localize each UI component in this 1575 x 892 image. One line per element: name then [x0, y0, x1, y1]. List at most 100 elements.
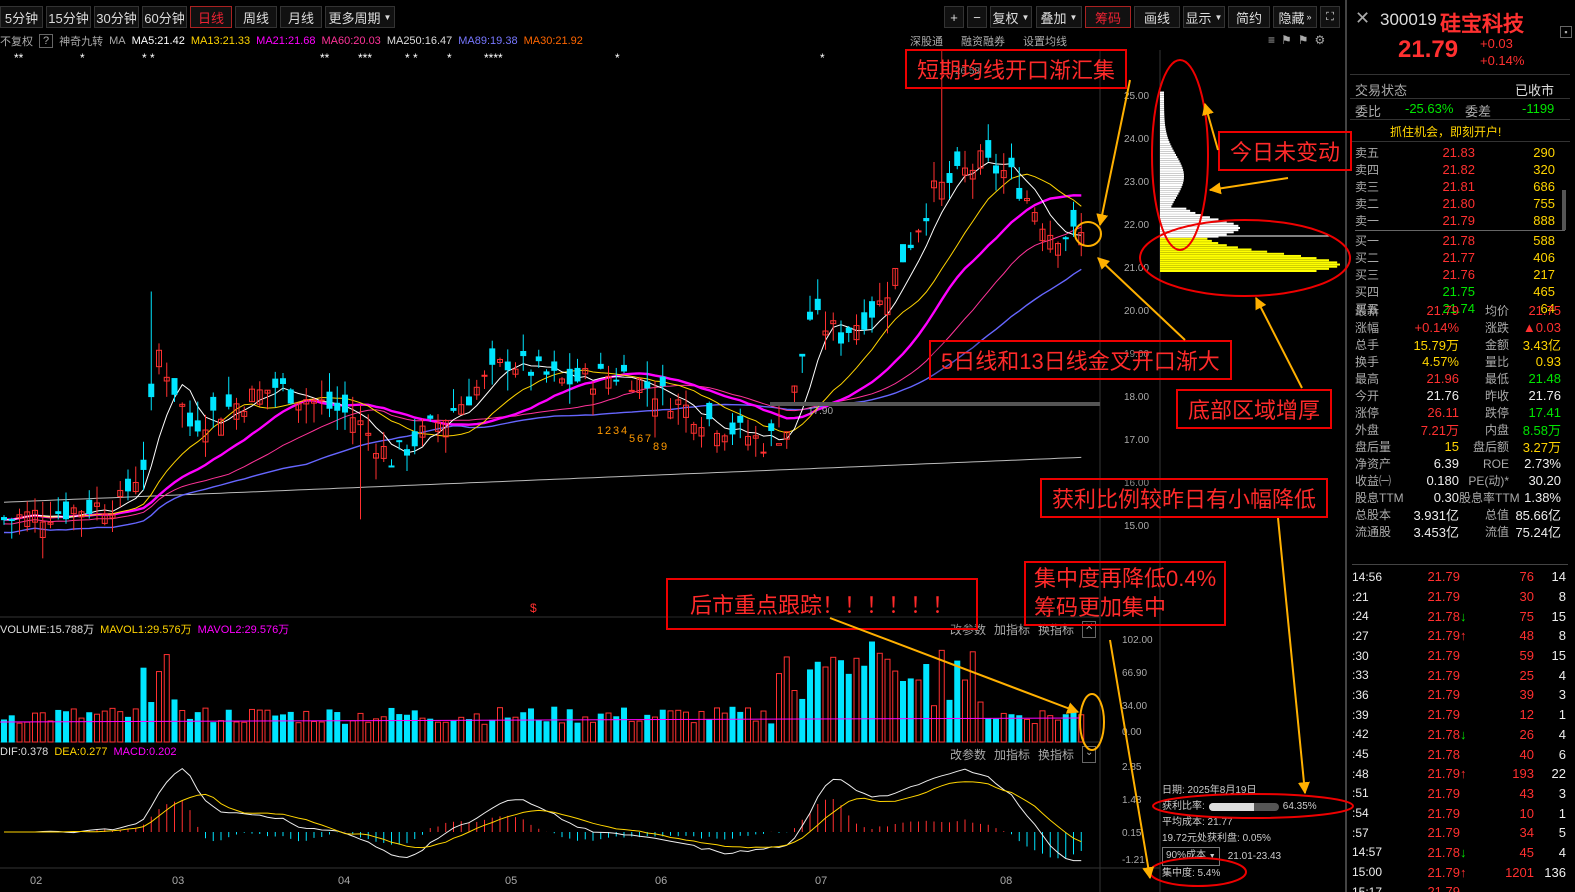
chip-bar [1160, 222, 1234, 225]
x-tick-label: 05 [505, 875, 517, 887]
ask-row-cell: 320 [1533, 162, 1555, 177]
chip-bar [1160, 207, 1187, 210]
promo-link[interactable]: 抓住机会，即刻开户! [1390, 123, 1501, 140]
weicha-label: 委差 [1465, 104, 1492, 119]
tick-row-cell: 14:57 [1352, 845, 1383, 860]
hk-connect-link[interactable]: 深股通 [910, 33, 943, 49]
candle-body [869, 301, 875, 318]
cost-select[interactable]: 90%成本 ▼ [1162, 847, 1220, 866]
period-monthly[interactable]: 月线 [280, 6, 322, 28]
ask-row-cell: 卖二 [1355, 197, 1380, 211]
zoom-out-button[interactable]: − [967, 6, 987, 28]
more-periods-dropdown[interactable]: 更多周期 ▼ [325, 6, 395, 28]
gear-icon[interactable]: ⚙ [1315, 33, 1326, 47]
ask-row: 卖五 21.83 290 [1355, 144, 1565, 161]
chip-bar [1160, 151, 1175, 154]
volume-bar [962, 679, 968, 743]
macd-change-params[interactable]: 改参数 [950, 746, 986, 763]
volume-bar [311, 721, 317, 743]
period-daily[interactable]: 日线 [190, 6, 232, 28]
indicator-name[interactable]: 神奇九转 [59, 33, 103, 49]
period-weekly[interactable]: 周线 [235, 6, 277, 28]
period-60min[interactable]: 60分钟 [142, 6, 187, 28]
chip-bar [1160, 231, 1234, 234]
help-icon[interactable]: ? [39, 34, 54, 48]
ask-row-cell: 755 [1533, 196, 1555, 211]
overlay-dropdown[interactable]: 叠加 ▼ [1036, 6, 1082, 28]
stat-row-cell: 内盘 [1484, 423, 1509, 437]
volume-bar [256, 709, 263, 743]
period-30min[interactable]: 30分钟 [94, 6, 139, 28]
volume-bar [411, 710, 418, 743]
zoom-in-button[interactable]: + [944, 6, 964, 28]
macd-switch-indicator[interactable]: 换指标 [1038, 746, 1074, 763]
chip-bar [1160, 233, 1227, 236]
chip-bar [1160, 265, 1338, 268]
chip-bar [1160, 160, 1180, 163]
volume-bar [675, 709, 682, 743]
candle-body [807, 311, 813, 320]
stat-row-cell: 15 [1444, 439, 1459, 454]
stat-row-cell: 均价 [1484, 304, 1509, 318]
margin-link[interactable]: 融资融券 [961, 33, 1005, 49]
volume-bar [94, 713, 100, 743]
stat-row: 净资产 6.39 ROE 2.73% [1355, 455, 1565, 472]
close-panel-icon[interactable]: ✕ [1355, 8, 1370, 29]
stat-row-cell: 涨跌 [1484, 321, 1509, 335]
chip-distribution [1160, 91, 1340, 272]
collapse-icon[interactable]: ⌄ [1082, 746, 1097, 763]
tick-row-cell: 4 [1558, 844, 1566, 860]
flag2-icon[interactable]: ⚑ [1298, 33, 1309, 47]
chip-button[interactable]: 筹码 [1085, 6, 1131, 28]
flag-icon[interactable]: ⚑ [1281, 33, 1292, 47]
chip-bar [1160, 201, 1174, 204]
stat-row-cell: 0.93 [1535, 354, 1561, 369]
volume-bar [791, 690, 798, 743]
signal-marker: * [80, 51, 85, 65]
chip-bar [1160, 254, 1301, 257]
volume-bar [915, 679, 922, 743]
caret-down-icon: ▼ [383, 12, 392, 22]
volume-bar [156, 671, 162, 743]
volume-bar [489, 719, 496, 743]
stat-row: 换手 4.57% 量比 0.93 [1355, 353, 1565, 370]
annotation-golden-cross: 5日线和13日线金叉开口渐大 [929, 340, 1232, 380]
set-ma-link[interactable]: 设置均线 [1023, 33, 1067, 49]
hide-button[interactable]: 隐藏» [1273, 6, 1317, 28]
stat-row-cell: 盘后量 [1355, 440, 1392, 454]
profit-at-price: 19.72元处获利盘: 0.05% [1162, 833, 1271, 844]
price-tick-label: 21.00 [1124, 263, 1150, 274]
expand-button[interactable]: ⛶ [1320, 6, 1340, 28]
display-dropdown[interactable]: 显示 ▼ [1183, 6, 1225, 28]
expand-small-icon[interactable]: ▪ [1560, 26, 1572, 38]
candle-body [63, 501, 69, 520]
panel-scrollbar[interactable] [1562, 190, 1566, 230]
candle-body [1062, 237, 1069, 240]
volume-bar [63, 711, 69, 743]
macd-add-indicator[interactable]: 加指标 [994, 746, 1030, 763]
fuquan-label[interactable]: 不复权 [0, 33, 33, 49]
period-15min[interactable]: 15分钟 [46, 6, 91, 28]
simple-button[interactable]: 简约 [1228, 6, 1270, 28]
period-5min[interactable]: 5分钟 [0, 6, 43, 28]
stock-name: 硅宝科技 [1440, 13, 1524, 36]
volume-bar [101, 710, 108, 743]
candle-body [543, 371, 550, 375]
list-icon[interactable]: ≡ [1268, 33, 1275, 47]
chip-bar [1160, 211, 1196, 214]
volume-bar [745, 707, 751, 743]
chip-bar [1160, 224, 1239, 227]
volume-bar [512, 716, 519, 743]
draw-line-button[interactable]: 画线 [1134, 6, 1180, 28]
tick-row-cell: ↑ [1460, 864, 1467, 880]
bid-row-cell: 465 [1533, 284, 1555, 299]
stat-row-cell: 21.96 [1426, 371, 1459, 386]
candle-body [1016, 187, 1023, 199]
volume-bar [318, 721, 325, 743]
chip-bar [1160, 209, 1191, 212]
candle-body [489, 348, 496, 365]
profit-ratio-bar [1208, 803, 1279, 811]
x-tick-label: 04 [338, 875, 350, 887]
fuquan-dropdown[interactable]: 复权 ▼ [990, 6, 1032, 28]
annotation-concentration-line1: 集中度再降低0.4% [1034, 566, 1217, 591]
